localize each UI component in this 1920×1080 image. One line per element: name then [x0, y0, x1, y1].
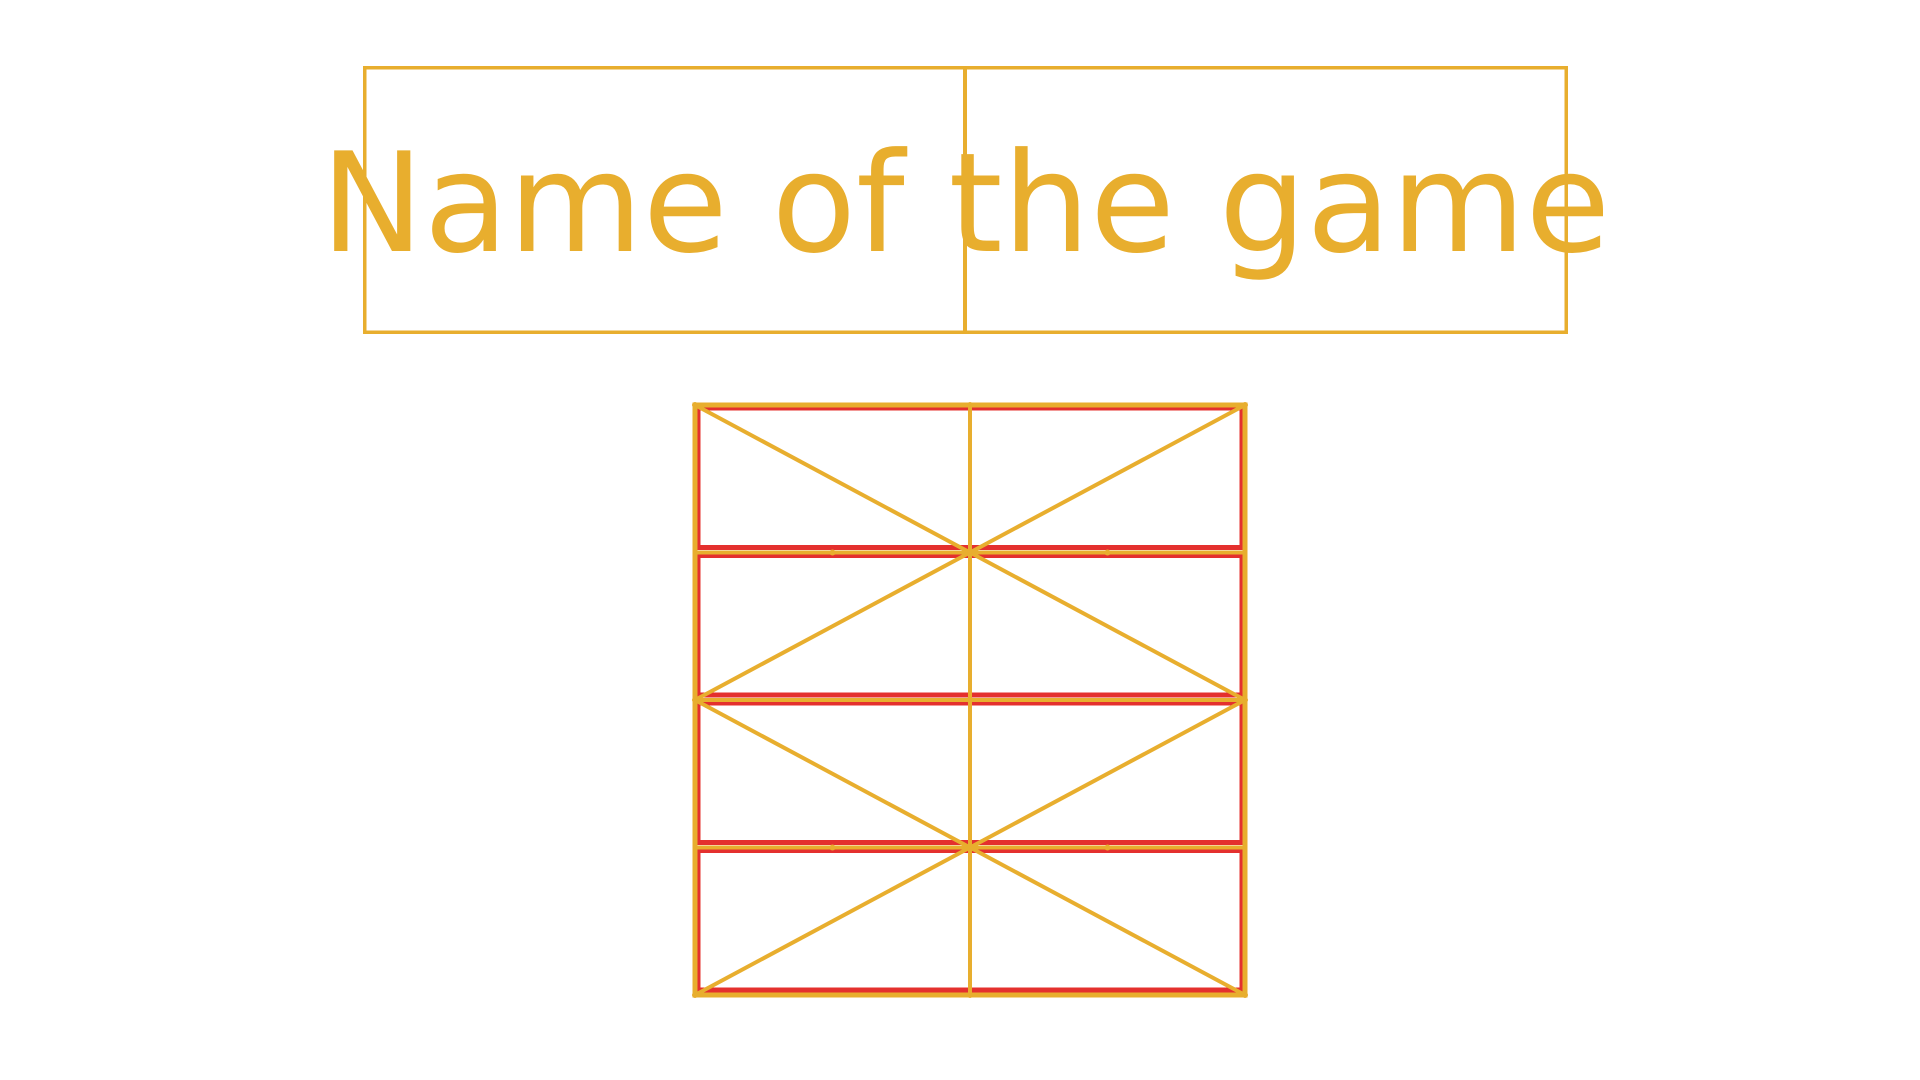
board-intersection[interactable] — [967, 402, 973, 408]
board-intersection[interactable] — [829, 844, 836, 851]
board-diagonal-line — [969, 698, 1246, 850]
board-intersection[interactable] — [967, 992, 973, 998]
game-title-panel: Name of the game — [320, 66, 1611, 334]
board-intersection[interactable] — [1104, 549, 1111, 556]
board-diagonal-line — [969, 403, 1246, 555]
board-intersection[interactable] — [692, 992, 698, 998]
board-diagonal-line — [969, 845, 1246, 997]
board-intersection[interactable] — [1242, 697, 1248, 703]
board-intersection[interactable] — [692, 402, 698, 408]
board-diagonal-line — [694, 845, 971, 997]
game-title: Name of the game — [320, 123, 1611, 284]
board-intersection[interactable] — [1104, 844, 1111, 851]
board-intersection[interactable] — [829, 549, 836, 556]
board-diagonal-line — [694, 550, 971, 702]
board-intersection[interactable] — [967, 697, 973, 703]
game-board[interactable] — [690, 400, 1250, 1000]
board-diagonal-line — [694, 698, 971, 850]
board-diagonal-line — [694, 403, 971, 555]
board-intersection[interactable] — [1242, 992, 1248, 998]
board-intersection[interactable] — [692, 697, 698, 703]
board-diagonal-line — [969, 550, 1246, 702]
board-intersection[interactable] — [1242, 402, 1248, 408]
